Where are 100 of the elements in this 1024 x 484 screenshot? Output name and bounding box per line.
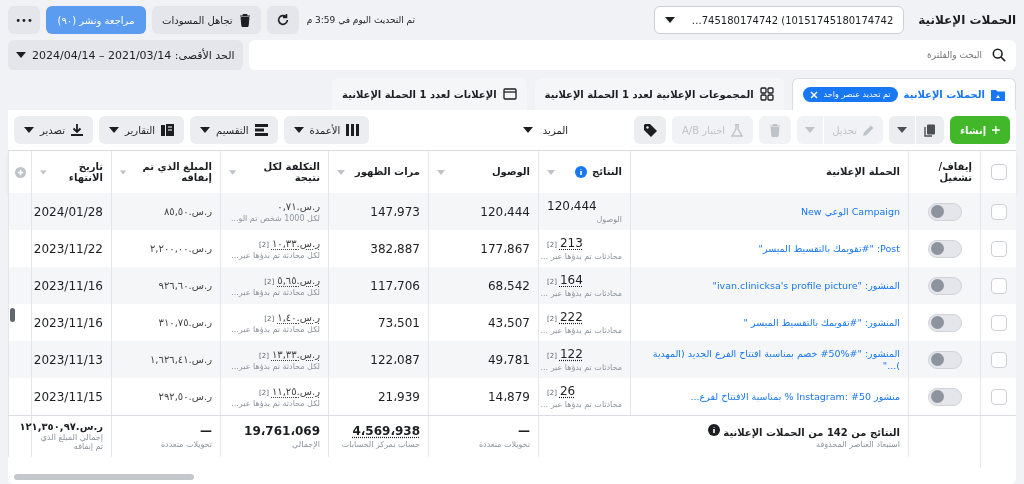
vertical-scrollbar[interactable] xyxy=(10,308,15,322)
sort-caret-icon[interactable] xyxy=(229,169,237,175)
total-note: تحويلات متعددة xyxy=(478,440,530,450)
row-checkbox[interactable] xyxy=(990,203,1007,220)
caret-icon xyxy=(897,127,907,133)
results-type: محادثات تم بدؤها عبر ... xyxy=(540,326,622,335)
amount-spent: ر.س.٨٥,٥٠ xyxy=(163,206,212,217)
reach-total: 4،569،938 xyxy=(352,424,420,439)
column-header[interactable]: تاريخ الانتهاء xyxy=(51,160,103,184)
row-checkbox[interactable] xyxy=(990,351,1007,368)
end-date: 2023/11/22 xyxy=(33,241,103,256)
impressions-total: 19،761،069 xyxy=(244,424,320,439)
column-header[interactable]: الحملة الإعلانية xyxy=(826,166,900,178)
trash-icon xyxy=(238,13,251,27)
results-summary: النتائج من 142 من الحملات الإعلانية xyxy=(723,427,900,439)
tab[interactable]: الحملات الإعلانية تم تحديد عنصر واحد xyxy=(791,78,1016,110)
date-range-button[interactable]: الحد الأقصى: 2021/03/14 – 2024/04/14 xyxy=(8,40,243,70)
caret-icon xyxy=(805,127,816,133)
duplicate-button[interactable] xyxy=(889,116,944,144)
caret-icon xyxy=(665,17,676,23)
sort-caret-icon[interactable] xyxy=(547,169,555,175)
cost-value: ر.س.٠,٧١ xyxy=(277,200,320,212)
plus-icon xyxy=(992,125,1000,135)
sort-caret-icon[interactable] xyxy=(437,169,445,175)
campaign-link[interactable]: المنشور: "#تقويمك بالتقسيط الميسر " xyxy=(743,316,900,329)
row-checkbox[interactable] xyxy=(990,388,1007,405)
flask-icon xyxy=(731,123,744,137)
caret-icon xyxy=(16,52,26,58)
amount-spent: ر.س.٩٢٦,٦٠ xyxy=(158,280,212,291)
info-icon xyxy=(574,166,587,178)
column-header[interactable]: النتائج xyxy=(591,166,622,178)
sort-caret-icon[interactable] xyxy=(40,169,47,175)
row-checkbox[interactable] xyxy=(990,240,1007,257)
campaign-link[interactable]: المنشور: "#%50# خصم بمناسبة افتتاح الفرع الجديد (المهدية )..." xyxy=(639,348,900,371)
total-note: تحويلات متعددة xyxy=(160,440,212,450)
end-date: 2023/11/15 xyxy=(33,389,103,404)
column-header[interactable]: التكلفة لكل نتيجة xyxy=(241,160,320,184)
cost-basis: لكل محادثة تم بدؤها عبر... xyxy=(231,324,320,334)
sort-caret-icon[interactable] xyxy=(120,169,127,175)
columns-button[interactable]: الأعمدة xyxy=(283,116,370,144)
results-value: 222 xyxy=(559,310,583,324)
search-input[interactable]: البحث والفلترة xyxy=(258,49,984,61)
trash-icon xyxy=(769,123,782,137)
cost-basis: لكل محادثة تم بدؤها عبر... xyxy=(231,361,320,371)
toggle-switch[interactable] xyxy=(927,350,962,369)
cost-value: ر.س.١٣,٣٣ xyxy=(271,348,320,360)
campaign-link[interactable]: المنشور: "ivan.clinicksa's profile picture" xyxy=(712,279,900,292)
results-value: 122 xyxy=(559,347,583,361)
results-total: — xyxy=(518,424,530,439)
search-icon xyxy=(992,48,1006,62)
column-header[interactable]: المبلغ الذي تم إنفاقه xyxy=(131,160,212,184)
end-date: 2023/11/16 xyxy=(33,315,103,330)
account-select[interactable]: …745180174742 (10151745180174742 xyxy=(654,6,905,34)
close-icon[interactable] xyxy=(809,90,818,99)
add-column-icon[interactable] xyxy=(14,166,26,178)
results-value: 120،444 xyxy=(547,199,597,213)
caret-icon xyxy=(24,127,34,133)
pencil-icon xyxy=(863,124,875,136)
more-dropdown[interactable]: المزيد xyxy=(512,124,578,136)
reports-button[interactable]: التقارير xyxy=(99,116,185,144)
window-icon xyxy=(502,88,517,100)
cost-value: ر.س.١١,٢٥ xyxy=(271,385,320,397)
cost-value: ر.س.٥,٦٥ xyxy=(277,274,320,286)
column-header[interactable]: الوصول xyxy=(491,166,530,178)
row-checkbox[interactable] xyxy=(990,277,1007,294)
book-icon xyxy=(161,124,175,136)
campaign-link[interactable]: منشور Instagram: #50 % بمناسبة الافتتاح لفرع... xyxy=(690,390,900,403)
copy-icon xyxy=(924,123,936,137)
columns-icon xyxy=(346,124,360,136)
discard-drafts-button[interactable]: تجاهل المسودات xyxy=(152,6,261,34)
toggle-switch[interactable] xyxy=(927,276,962,295)
column-header[interactable]: إيقاف/ تشغيل xyxy=(917,160,972,184)
column-header[interactable]: مرات الظهور xyxy=(355,166,420,178)
end-date: 2024/01/28 xyxy=(33,204,103,219)
campaign-link[interactable]: Post: "#تقويمك بالتقسيط الميسر" xyxy=(758,242,900,255)
select-all-checkbox[interactable] xyxy=(990,164,1007,180)
tag-button[interactable] xyxy=(634,116,666,144)
campaign-link[interactable]: Campaign الوعي New xyxy=(800,205,900,218)
toggle-switch[interactable] xyxy=(927,387,962,406)
export-button[interactable]: تصدير xyxy=(14,116,93,144)
spent-total: ر.س.١٢١,٣٥٠,٩٧ xyxy=(19,421,103,433)
horizontal-scrollbar[interactable] xyxy=(14,474,194,480)
toggle-switch[interactable] xyxy=(927,202,962,221)
search-bar[interactable]: البحث والفلترة xyxy=(248,40,1016,70)
amount-spent: ر.س.٢,٢٠٠,٠٠ xyxy=(150,243,212,254)
cost-value: ر.س.١٠,٣٣ xyxy=(271,237,320,249)
results-value: 26 xyxy=(559,384,576,398)
breakdown-button[interactable]: التقسيم xyxy=(190,116,278,144)
summary-note: استبعاد العناصر المحذوفة xyxy=(816,440,900,450)
refresh-button[interactable] xyxy=(266,6,299,34)
sort-caret-icon[interactable] xyxy=(337,169,345,175)
impressions-value: 117،706 xyxy=(370,278,420,293)
caret-icon xyxy=(522,127,533,133)
selection-chip: تم تحديد عنصر واحد xyxy=(802,87,898,102)
row-checkbox[interactable] xyxy=(990,314,1007,331)
reach-value: 177،867 xyxy=(480,241,530,256)
caret-icon xyxy=(200,127,211,133)
toggle-switch[interactable] xyxy=(927,239,962,258)
toggle-switch[interactable] xyxy=(927,313,962,332)
more-options-button[interactable]: ••• xyxy=(8,6,40,34)
